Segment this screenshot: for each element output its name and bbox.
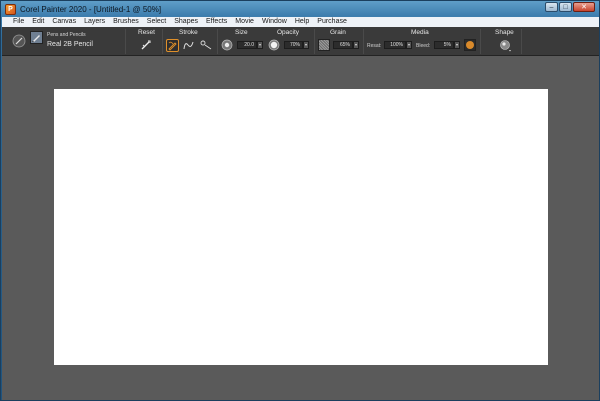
menu-effects[interactable]: Effects <box>202 17 231 27</box>
resat-label: Resat: <box>367 43 382 49</box>
menu-select[interactable]: Select <box>143 17 170 27</box>
menu-bar: File Edit Canvas Layers Brushes Select S… <box>2 17 599 27</box>
separator <box>125 29 126 54</box>
menu-file[interactable]: File <box>5 17 28 27</box>
grain-field[interactable]: 65% <box>333 41 353 49</box>
maximize-button[interactable]: □ <box>559 2 572 12</box>
menu-brushes[interactable]: Brushes <box>109 17 143 27</box>
separator <box>521 29 522 54</box>
shape-label: Shape <box>495 29 514 36</box>
workspace[interactable] <box>2 56 599 400</box>
brush-category[interactable]: Pens and Pencils <box>47 32 86 38</box>
drawing-canvas[interactable] <box>54 89 548 365</box>
menu-window[interactable]: Window <box>258 17 291 27</box>
menu-layers[interactable]: Layers <box>80 17 109 27</box>
property-bar: Pens and Pencils Real 2B Pencil Reset St… <box>2 27 599 56</box>
resat-dropdown-button[interactable]: ▾ <box>406 41 412 49</box>
size-field[interactable]: 20.0 <box>237 41 257 49</box>
window-title: Corel Painter 2020 - [Untitled-1 @ 50%] <box>20 4 162 14</box>
brush-variant-icon[interactable] <box>30 31 43 44</box>
title-bar[interactable]: P Corel Painter 2020 - [Untitled-1 @ 50%… <box>1 1 599 17</box>
menu-movie[interactable]: Movie <box>231 17 258 27</box>
window-controls: – □ ✕ <box>545 2 595 12</box>
app-window: P Corel Painter 2020 - [Untitled-1 @ 50%… <box>0 0 600 401</box>
menu-shapes[interactable]: Shapes <box>170 17 202 27</box>
opacity-dropdown-button[interactable]: ▾ <box>303 41 309 49</box>
reset-brush-icon[interactable] <box>140 39 152 51</box>
separator <box>363 29 364 54</box>
separator <box>480 29 481 54</box>
bleed-label: Bleed: <box>416 43 431 49</box>
app-logo-icon[interactable]: P <box>5 3 16 15</box>
brush-shape-icon[interactable] <box>499 39 512 52</box>
brush-variant-name[interactable]: Real 2B Pencil <box>47 41 93 48</box>
media-label: Media <box>411 29 429 36</box>
opacity-label: Opacity <box>277 29 300 36</box>
stroke-options-icon[interactable] <box>199 39 213 52</box>
menu-canvas[interactable]: Canvas <box>48 17 80 27</box>
straight-line-stroke-icon[interactable] <box>182 39 195 52</box>
minimize-button[interactable]: – <box>545 2 558 12</box>
opacity-field[interactable]: 70% <box>284 41 303 49</box>
grain-dropdown-button[interactable]: ▾ <box>353 41 359 49</box>
reset-label: Reset <box>138 29 155 36</box>
opacity-dial-icon[interactable] <box>268 39 280 51</box>
separator <box>217 29 218 54</box>
menu-help[interactable]: Help <box>291 17 313 27</box>
separator <box>162 29 163 54</box>
stroke-label: Stroke <box>179 29 198 36</box>
paper-color-icon[interactable] <box>464 39 476 51</box>
brush-selector-icon[interactable] <box>12 34 26 48</box>
size-dropdown-button[interactable]: ▾ <box>257 41 263 49</box>
size-label: Size <box>235 29 248 36</box>
freehand-stroke-icon[interactable] <box>166 39 179 52</box>
grain-texture-icon[interactable] <box>318 39 330 51</box>
bleed-field[interactable]: 5% <box>434 41 454 49</box>
close-button[interactable]: ✕ <box>573 2 595 12</box>
separator <box>314 29 315 54</box>
grain-label: Grain <box>330 29 346 36</box>
bleed-dropdown-button[interactable]: ▾ <box>454 41 460 49</box>
size-dial-icon[interactable] <box>221 39 233 51</box>
menu-edit[interactable]: Edit <box>28 17 48 27</box>
resat-field[interactable]: 100% <box>384 41 406 49</box>
menu-purchase[interactable]: Purchase <box>313 17 351 27</box>
